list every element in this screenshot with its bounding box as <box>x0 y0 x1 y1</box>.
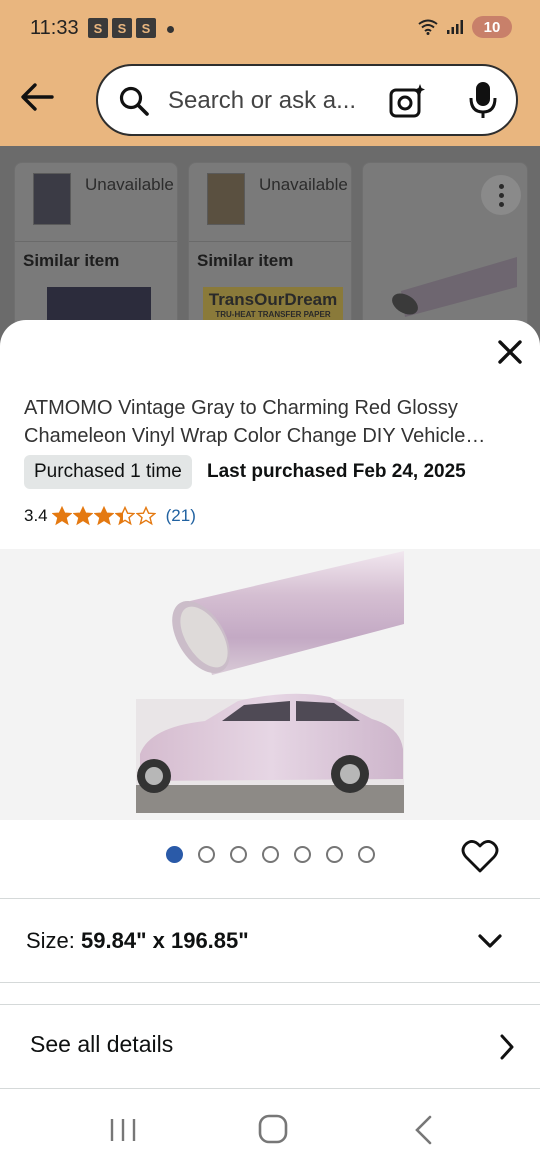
chevron-down-icon <box>478 934 502 948</box>
product-image <box>0 549 540 820</box>
notification-badge: S <box>136 18 156 38</box>
card-divider <box>15 241 177 242</box>
product-title[interactable]: ATMOMO Vintage Gray to Charming Red Glos… <box>24 394 524 450</box>
star-icon <box>114 506 135 526</box>
divider <box>0 1088 540 1089</box>
search-input[interactable]: Search or ask a... <box>168 87 356 115</box>
status-icons: 10 <box>418 16 512 38</box>
last-purchased-label: Last purchased Feb 24, 2025 <box>207 461 466 482</box>
gallery-dot[interactable] <box>198 846 215 863</box>
availability-status: Unavailable <box>85 175 174 194</box>
star-icon <box>51 506 72 526</box>
recent-apps-icon[interactable] <box>108 1117 138 1143</box>
rating-count-link[interactable]: (21) <box>166 506 196 526</box>
camera-lens-icon[interactable] <box>388 82 426 120</box>
rating-value: 3.4 <box>24 506 48 525</box>
size-label: Size: 59.84" x 196.85" <box>26 928 249 953</box>
search-icon <box>119 86 149 116</box>
divider <box>0 898 540 899</box>
microphone-icon[interactable] <box>468 80 498 120</box>
star-icon <box>93 506 114 526</box>
gallery-dot[interactable] <box>166 846 183 863</box>
star-rating-icon <box>51 506 156 526</box>
size-selector[interactable]: Size: 59.84" x 196.85" <box>0 900 540 982</box>
system-navigation-bar <box>0 1090 540 1170</box>
notification-badge: S <box>112 18 132 38</box>
notification-badges: S S S <box>88 18 156 38</box>
star-icon <box>135 506 156 526</box>
status-dot <box>167 26 174 33</box>
card-divider <box>189 241 351 242</box>
status-time: 11:33 <box>30 17 79 39</box>
similar-item-label: Similar item <box>23 251 120 270</box>
similar-item-label: Similar item <box>197 251 294 270</box>
header-bar: 11:33 S S S 10 Search or ask a... <box>0 0 540 146</box>
gallery-pagination[interactable] <box>166 846 375 863</box>
more-options-icon <box>481 175 521 215</box>
gallery-dot[interactable] <box>358 846 375 863</box>
notification-badge: S <box>88 18 108 38</box>
gallery-dot[interactable] <box>230 846 247 863</box>
gallery-dot[interactable] <box>294 846 311 863</box>
gallery-dot[interactable] <box>262 846 279 863</box>
size-value: 59.84" x 196.85" <box>81 928 249 953</box>
status-bar: 11:33 S S S 10 <box>0 0 540 56</box>
product-title-line: ATMOMO Vintage Gray to Charming Red Glos… <box>24 397 458 419</box>
purchased-badge: Purchased 1 time <box>24 455 192 489</box>
product-image-gallery[interactable] <box>0 549 540 820</box>
divider <box>0 982 540 983</box>
chevron-right-icon <box>500 1034 514 1060</box>
battery-indicator: 10 <box>472 16 512 38</box>
divider <box>0 1004 540 1005</box>
availability-status: Unavailable <box>259 175 348 194</box>
wifi-icon <box>418 19 438 35</box>
heart-icon[interactable] <box>461 838 499 874</box>
back-icon[interactable] <box>412 1114 436 1146</box>
gallery-dot[interactable] <box>326 846 343 863</box>
see-all-details-row[interactable]: See all details <box>0 1006 540 1088</box>
banner-title: TransOurDream <box>208 290 338 309</box>
product-thumbnail <box>207 173 245 225</box>
back-arrow-icon[interactable] <box>18 78 56 116</box>
search-bar[interactable]: Search or ask a... <box>96 64 518 136</box>
product-title-line: Chameleon Vinyl Wrap Color Change DIY Ve… <box>24 425 486 447</box>
rating-row[interactable]: 3.4 (21) <box>24 506 196 526</box>
see-all-details-label: See all details <box>30 1031 174 1057</box>
close-icon[interactable] <box>496 338 524 366</box>
signal-icon <box>447 20 463 34</box>
background-results: Unavailable Similar item Unavailable Sim… <box>0 146 540 362</box>
home-icon[interactable] <box>257 1113 289 1145</box>
star-icon <box>72 506 93 526</box>
banner-subtitle: TRU-HEAT TRANSFER PAPER <box>215 310 331 319</box>
product-thumbnail <box>33 173 71 225</box>
product-thumbnail <box>392 257 517 317</box>
